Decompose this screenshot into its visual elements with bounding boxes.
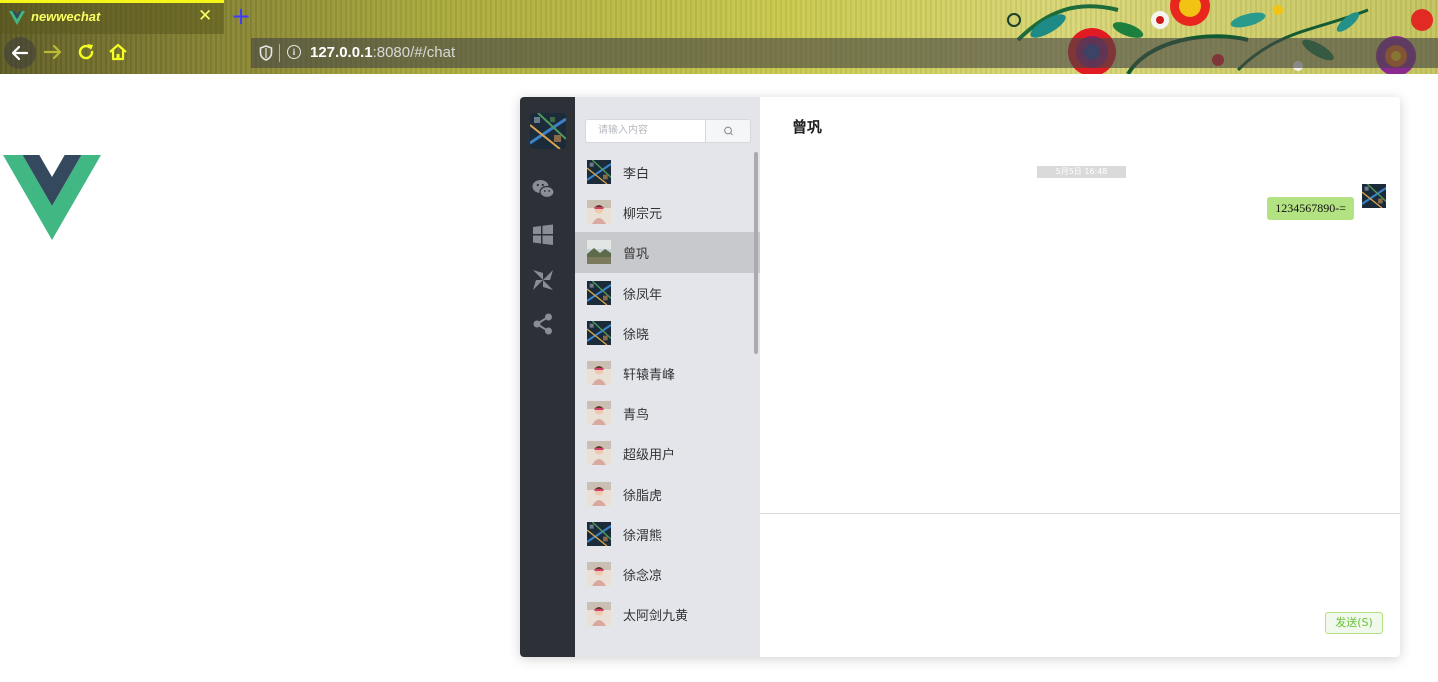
message-timestamp: 5月5日 16:48 <box>1037 166 1126 178</box>
contact-avatar <box>587 360 611 385</box>
url-text[interactable]: 127.0.0.1:8080/#/chat <box>310 44 455 61</box>
contact-avatar <box>587 320 611 345</box>
contact-avatar <box>587 481 611 506</box>
contact-item[interactable]: 超级用户 <box>575 433 760 473</box>
contact-name: 超级用户 <box>623 448 676 464</box>
forward-button[interactable] <box>42 41 64 63</box>
search-icon <box>724 126 733 136</box>
contact-name: 徐念凉 <box>623 568 663 584</box>
arrow-left-icon <box>11 45 29 61</box>
message-input[interactable] <box>760 514 1400 614</box>
contact-item[interactable]: 徐凤年 <box>575 273 760 313</box>
contact-avatar <box>587 602 611 627</box>
navigation-bar: i 127.0.0.1:8080/#/chat <box>0 34 1438 74</box>
message-bubble: 1234567890-= <box>1267 197 1354 220</box>
contact-name: 徐凤年 <box>623 287 663 303</box>
contact-avatar <box>587 401 611 426</box>
contact-name: 徐脂虎 <box>623 488 663 504</box>
city-aerial-image <box>530 113 566 149</box>
contact-item[interactable]: 柳宗元 <box>575 192 760 232</box>
browser-tab-active[interactable]: newwechat ✕ <box>0 0 224 34</box>
contact-avatar <box>587 240 611 265</box>
contact-item[interactable]: 李白 <box>575 152 760 192</box>
tab-title: newwechat <box>31 9 101 24</box>
windows-icon[interactable] <box>531 223 555 247</box>
wechat-icon[interactable] <box>531 177 555 201</box>
contact-avatar <box>587 280 611 305</box>
contact-avatar <box>587 160 611 184</box>
send-button[interactable]: 发送(S) <box>1325 612 1383 634</box>
url-path: :8080/#/chat <box>372 44 456 61</box>
contact-list-scrollbar[interactable] <box>754 152 758 354</box>
contact-avatar <box>587 561 611 586</box>
search-box: 请输入内容 <box>585 119 751 143</box>
vue-favicon-icon <box>9 11 25 25</box>
browser-chrome: newwechat ✕ + i 127.0.0.1:8080/#/chat <box>0 0 1438 74</box>
user-avatar[interactable] <box>530 113 566 149</box>
contact-list: 李白柳宗元曾巩徐凤年徐晓轩辕青峰青鸟超级用户徐脂虎徐渭熊徐念凉太阿剑九黄 <box>575 152 760 634</box>
contact-item[interactable]: 曾巩 <box>575 232 760 273</box>
tab-close-icon[interactable]: ✕ <box>198 6 212 26</box>
contact-item[interactable]: 徐晓 <box>575 313 760 353</box>
sidebar <box>520 97 575 657</box>
address-separator <box>279 44 280 62</box>
shield-icon[interactable] <box>259 45 273 61</box>
home-button[interactable] <box>108 42 128 62</box>
contact-avatar <box>587 441 611 466</box>
new-tab-button[interactable]: + <box>231 3 251 29</box>
contact-name: 太阿剑九黄 <box>623 609 689 625</box>
search-button[interactable] <box>705 119 751 143</box>
contact-item[interactable]: 青鸟 <box>575 393 760 433</box>
pinwheel-icon[interactable] <box>531 268 555 292</box>
chat-main: 曾巩 5月5日 16:48 1234567890-= 发送(S) <box>760 97 1400 657</box>
contact-name: 曾巩 <box>623 247 650 263</box>
contact-item[interactable]: 徐渭熊 <box>575 514 760 554</box>
contact-name: 徐晓 <box>623 327 650 343</box>
url-host: 127.0.0.1 <box>310 44 373 61</box>
chat-title: 曾巩 <box>792 118 823 136</box>
reload-button[interactable] <box>76 42 96 62</box>
back-button[interactable] <box>4 37 36 69</box>
contact-item[interactable]: 太阿剑九黄 <box>575 594 760 634</box>
contact-list-panel: 请输入内容 李白柳宗元曾巩徐凤年徐晓轩辕青峰青鸟超级用户徐脂虎徐渭熊徐念凉太阿剑… <box>575 97 760 657</box>
address-bar[interactable]: i 127.0.0.1:8080/#/chat <box>251 38 1438 68</box>
vue-logo <box>3 155 101 240</box>
contact-name: 徐渭熊 <box>623 528 663 544</box>
contact-item[interactable]: 轩辕青峰 <box>575 353 760 393</box>
contact-name: 柳宗元 <box>623 207 663 223</box>
contact-avatar <box>587 200 611 225</box>
contact-item[interactable]: 徐脂虎 <box>575 474 760 514</box>
contact-name: 李白 <box>623 167 650 182</box>
share-icon[interactable] <box>531 312 555 336</box>
city-aerial-image <box>1362 184 1386 208</box>
contact-avatar <box>587 521 611 546</box>
search-input[interactable]: 请输入内容 <box>585 119 705 143</box>
contact-item[interactable]: 徐念凉 <box>575 554 760 594</box>
message-avatar[interactable] <box>1362 184 1386 208</box>
contact-name: 青鸟 <box>623 408 650 424</box>
contact-name: 轩辕青峰 <box>623 367 676 383</box>
info-icon[interactable]: i <box>287 45 301 59</box>
chat-app: 请输入内容 李白 柳宗元 曾巩 徐凤年 徐晓 轩辕青峰 青鸟 超级用户 徐脂虎 徐渭熊 徐念凉 太阿剑… <box>520 97 1400 657</box>
